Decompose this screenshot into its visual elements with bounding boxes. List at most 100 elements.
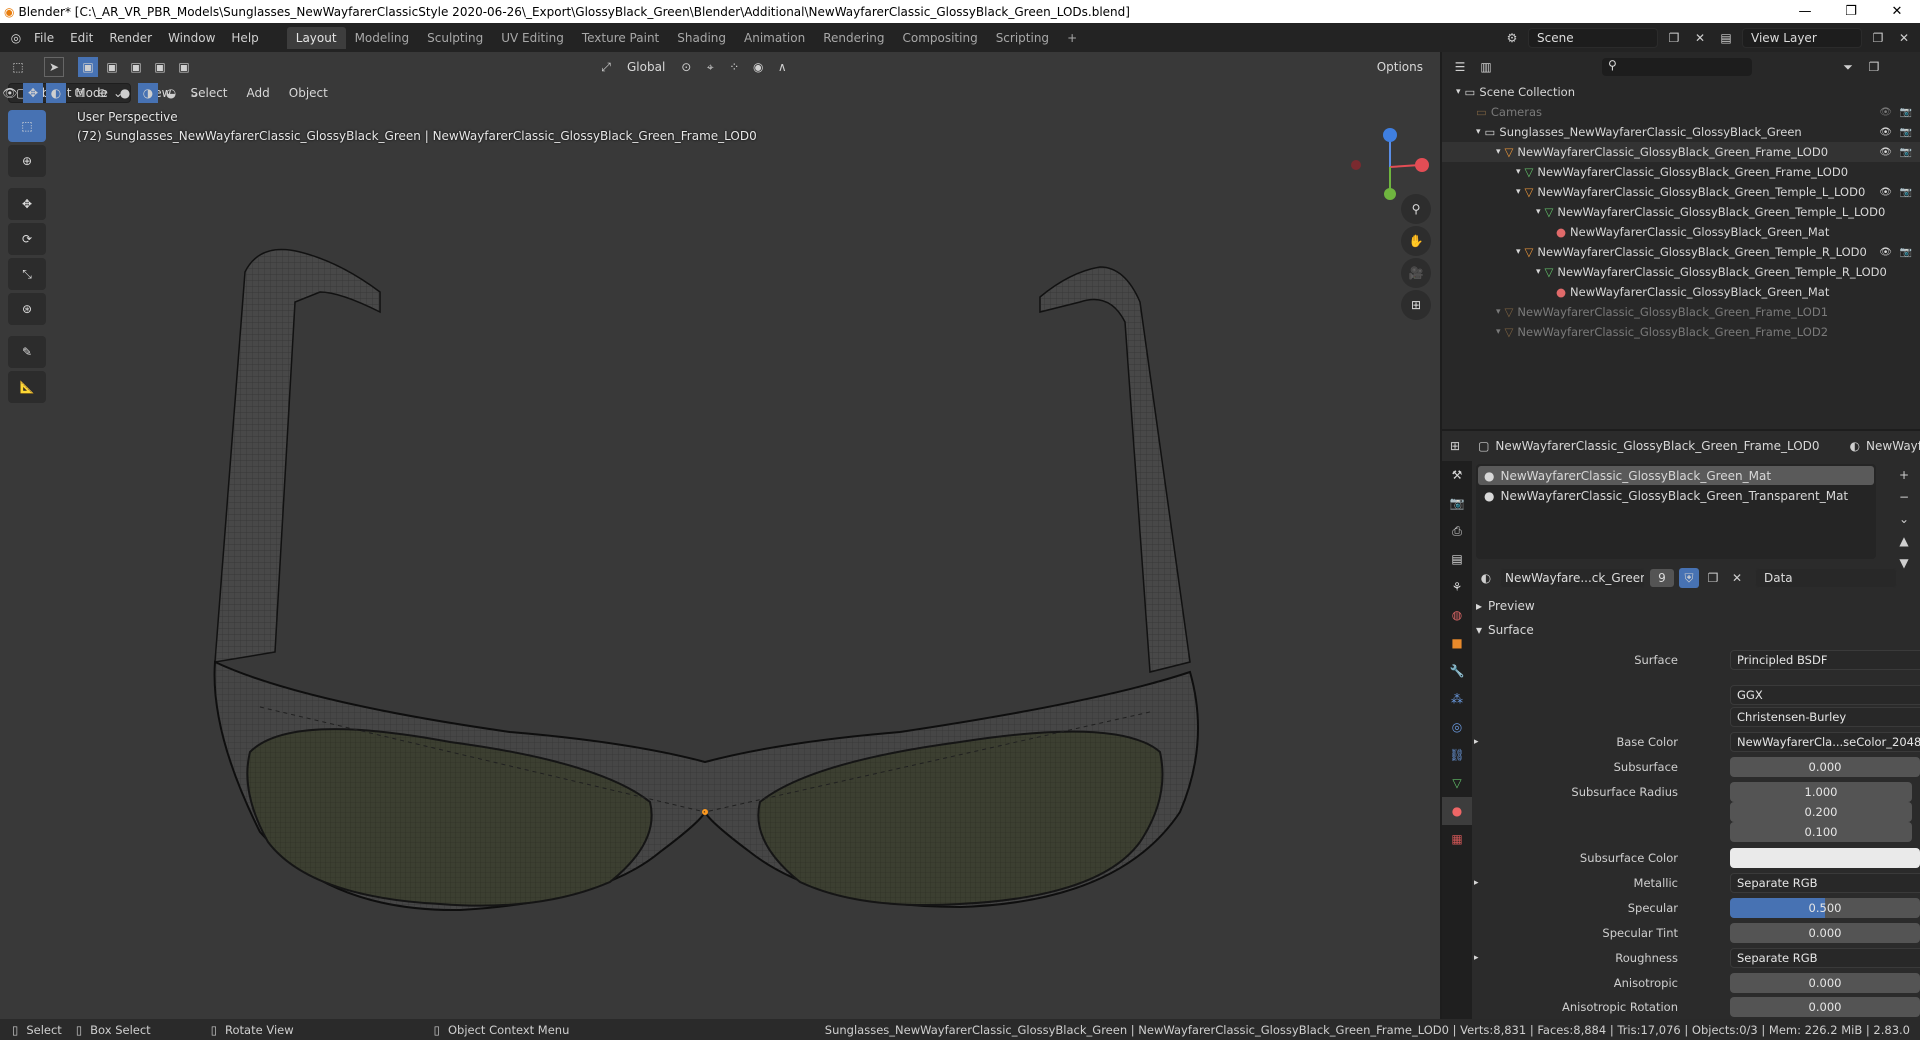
outliner-row-object[interactable]: ▾ ▽ NewWayfarerClassic_GlossyBlack_Green_F…	[1442, 322, 1920, 342]
browse-material-icon[interactable]: ◐	[1476, 568, 1496, 588]
tab-view-layer[interactable]: ▤	[1442, 545, 1472, 573]
anisotropic-rotation-value[interactable]: 0.000	[1730, 997, 1920, 1017]
ortho-toggle-button[interactable]: ⊞	[1401, 290, 1431, 320]
tab-modeling[interactable]: Modeling	[346, 27, 419, 49]
menu-help[interactable]: Help	[223, 27, 266, 49]
outliner-row-mesh[interactable]: ▾ ▽ NewWayfarerClassic_GlossyBlack_Green_T…	[1442, 202, 1920, 222]
outliner-row-material[interactable]: ● NewWayfarerClassic_GlossyBlack_Green_Ma…	[1442, 282, 1920, 302]
outliner-row-material[interactable]: ● NewWayfarerClassic_GlossyBlack_Green_Ma…	[1442, 222, 1920, 242]
3d-viewport[interactable]: ⬚ ➤ ▣ ▣ ▣ ▣ ▣ ⤢ Global ⊙ ⌖ ⁘ ◉ ∧ Options…	[0, 52, 1440, 1019]
specular-slider[interactable]: 0.500	[1730, 898, 1920, 918]
tab-layout[interactable]: Layout	[286, 26, 346, 49]
tab-render[interactable]: 📷	[1442, 489, 1472, 517]
tab-modifiers[interactable]: 🔧	[1442, 657, 1472, 685]
metallic-input-field[interactable]: Separate RGB	[1730, 873, 1920, 893]
outliner-row-object[interactable]: ▾ ▽ NewWayfarerClassic_GlossyBlack_Green_T…	[1442, 242, 1920, 262]
pan-view-button[interactable]: ✋	[1401, 226, 1431, 256]
render-camera-icon[interactable]: 📷	[1900, 147, 1912, 158]
tab-object[interactable]: ■	[1442, 629, 1472, 657]
menu-window[interactable]: Window	[160, 27, 223, 49]
view-layer-icon[interactable]: ▤	[1716, 28, 1736, 48]
render-camera-icon[interactable]: 📷	[1900, 187, 1912, 198]
outliner-row-object[interactable]: ▾ ▽ NewWayfarerClassic_GlossyBlack_Green_F…	[1442, 302, 1920, 322]
tab-scripting[interactable]: Scripting	[987, 27, 1058, 49]
remove-slot-icon[interactable]: −	[1894, 487, 1914, 507]
eye-visibility-icon[interactable]: 👁	[1879, 107, 1892, 118]
tab-world[interactable]: ◍	[1442, 601, 1472, 629]
chevron-down-icon[interactable]: ▾	[1536, 207, 1541, 217]
new-scene-icon[interactable]: ❐	[1664, 28, 1684, 48]
tab-tool[interactable]: ⚒	[1442, 461, 1472, 489]
filter-icon[interactable]: ⏷	[1838, 57, 1858, 77]
add-slot-icon[interactable]: +	[1894, 465, 1914, 485]
chevron-down-icon[interactable]: ▾	[1516, 187, 1521, 197]
minimize-button[interactable]: —	[1782, 0, 1828, 23]
render-camera-icon[interactable]: 📷	[1900, 247, 1912, 258]
chevron-down-icon[interactable]: ▾	[1456, 87, 1461, 97]
expand-icon[interactable]: ▸	[1474, 737, 1479, 747]
tab-uv-editing[interactable]: UV Editing	[492, 27, 573, 49]
scene-icon[interactable]: ⚙	[1502, 28, 1522, 48]
chevron-down-icon[interactable]: ▾	[1516, 167, 1521, 177]
tab-texture[interactable]: ▦	[1442, 825, 1472, 853]
outliner-row-mesh[interactable]: ▾ ▽ NewWayfarerClassic_GlossyBlack_Green_T…	[1442, 262, 1920, 282]
sunglasses-model[interactable]	[0, 52, 1440, 1019]
close-button[interactable]: ✕	[1874, 0, 1920, 23]
gizmo-y-handle[interactable]	[1384, 188, 1396, 200]
outliner-row-object[interactable]: ▾ ▽ NewWayfarerClassic_GlossyBlack_Green_F…	[1442, 142, 1920, 162]
zoom-view-button[interactable]: ⚲	[1401, 194, 1431, 224]
chevron-down-icon[interactable]: ▾	[1496, 147, 1501, 157]
move-slot-up-icon[interactable]: ▲	[1894, 531, 1914, 551]
menu-edit[interactable]: Edit	[62, 27, 101, 49]
menu-file[interactable]: File	[26, 27, 62, 49]
tab-physics[interactable]: ◎	[1442, 713, 1472, 741]
subsurface-value[interactable]: 0.000	[1730, 757, 1920, 777]
tab-rendering[interactable]: Rendering	[814, 27, 893, 49]
user-count[interactable]: 9	[1649, 568, 1675, 588]
tab-output[interactable]: ⎙	[1442, 517, 1472, 545]
gizmo-z-handle[interactable]	[1383, 128, 1397, 142]
outliner-row-mesh[interactable]: ▾ ▽ NewWayfarerClassic_GlossyBlack_Green_F…	[1442, 162, 1920, 182]
subsurface-radius-x[interactable]: 1.000	[1730, 782, 1912, 802]
tab-texture-paint[interactable]: Texture Paint	[573, 27, 668, 49]
scene-selector[interactable]: Scene	[1528, 27, 1658, 48]
new-view-layer-icon[interactable]: ❐	[1868, 28, 1888, 48]
delete-view-layer-icon[interactable]: ✕	[1894, 28, 1914, 48]
subsurface-radius-y[interactable]: 0.200	[1730, 802, 1912, 822]
tab-animation[interactable]: Animation	[735, 27, 814, 49]
outliner-row-object[interactable]: ▾ ▽ NewWayfarerClassic_GlossyBlack_Green_T…	[1442, 182, 1920, 202]
subsurface-method-dropdown[interactable]: Christensen-Burley	[1730, 707, 1920, 727]
delete-scene-icon[interactable]: ✕	[1690, 28, 1710, 48]
outliner-search-input[interactable]: ⚲	[1602, 58, 1752, 76]
camera-view-button[interactable]: 🎥	[1401, 258, 1431, 288]
distribution-dropdown[interactable]: GGX	[1730, 685, 1920, 705]
chevron-down-icon[interactable]: ▾	[1516, 247, 1521, 257]
anisotropic-value[interactable]: 0.000	[1730, 973, 1920, 993]
gizmo-x-handle[interactable]	[1415, 158, 1429, 172]
menu-render[interactable]: Render	[101, 27, 160, 49]
add-workspace-button[interactable]: +	[1058, 27, 1086, 49]
chevron-down-icon[interactable]: ▾	[1496, 307, 1501, 317]
chevron-down-icon[interactable]: ▾	[1536, 267, 1541, 277]
base-color-texture-field[interactable]: NewWayfarerCla...seColor_2048.png	[1730, 732, 1920, 752]
render-camera-icon[interactable]: 📷	[1900, 107, 1912, 118]
eye-visibility-icon[interactable]: 👁	[1879, 187, 1892, 198]
material-slot-1[interactable]: ● NewWayfarerClassic_GlossyBlack_Green_Ma…	[1478, 466, 1874, 485]
duplicate-material-icon[interactable]: ❐	[1703, 568, 1723, 588]
unlink-material-icon[interactable]: ✕	[1727, 568, 1747, 588]
expand-icon[interactable]: ▸	[1474, 878, 1479, 888]
new-collection-icon[interactable]: ❐	[1864, 57, 1884, 77]
roughness-input-field[interactable]: Separate RGB	[1730, 948, 1920, 968]
render-camera-icon[interactable]: 📷	[1900, 127, 1912, 138]
chevron-down-icon[interactable]: ▾	[1496, 327, 1501, 337]
display-mode-icon[interactable]: ▥	[1476, 57, 1496, 77]
tab-material[interactable]: ●	[1442, 797, 1472, 825]
slot-specials-icon[interactable]: ⌄	[1894, 509, 1914, 529]
surface-panel-header[interactable]: ▾ Surface	[1476, 619, 1534, 641]
surface-shader-field[interactable]: Principled BSDF	[1730, 650, 1920, 670]
tab-data[interactable]: ▽	[1442, 769, 1472, 797]
tab-compositing[interactable]: Compositing	[893, 27, 986, 49]
preview-panel-header[interactable]: ▸ Preview	[1476, 595, 1535, 617]
properties-editor-icon[interactable]: ⊞	[1450, 436, 1460, 456]
tab-shading[interactable]: Shading	[668, 27, 735, 49]
